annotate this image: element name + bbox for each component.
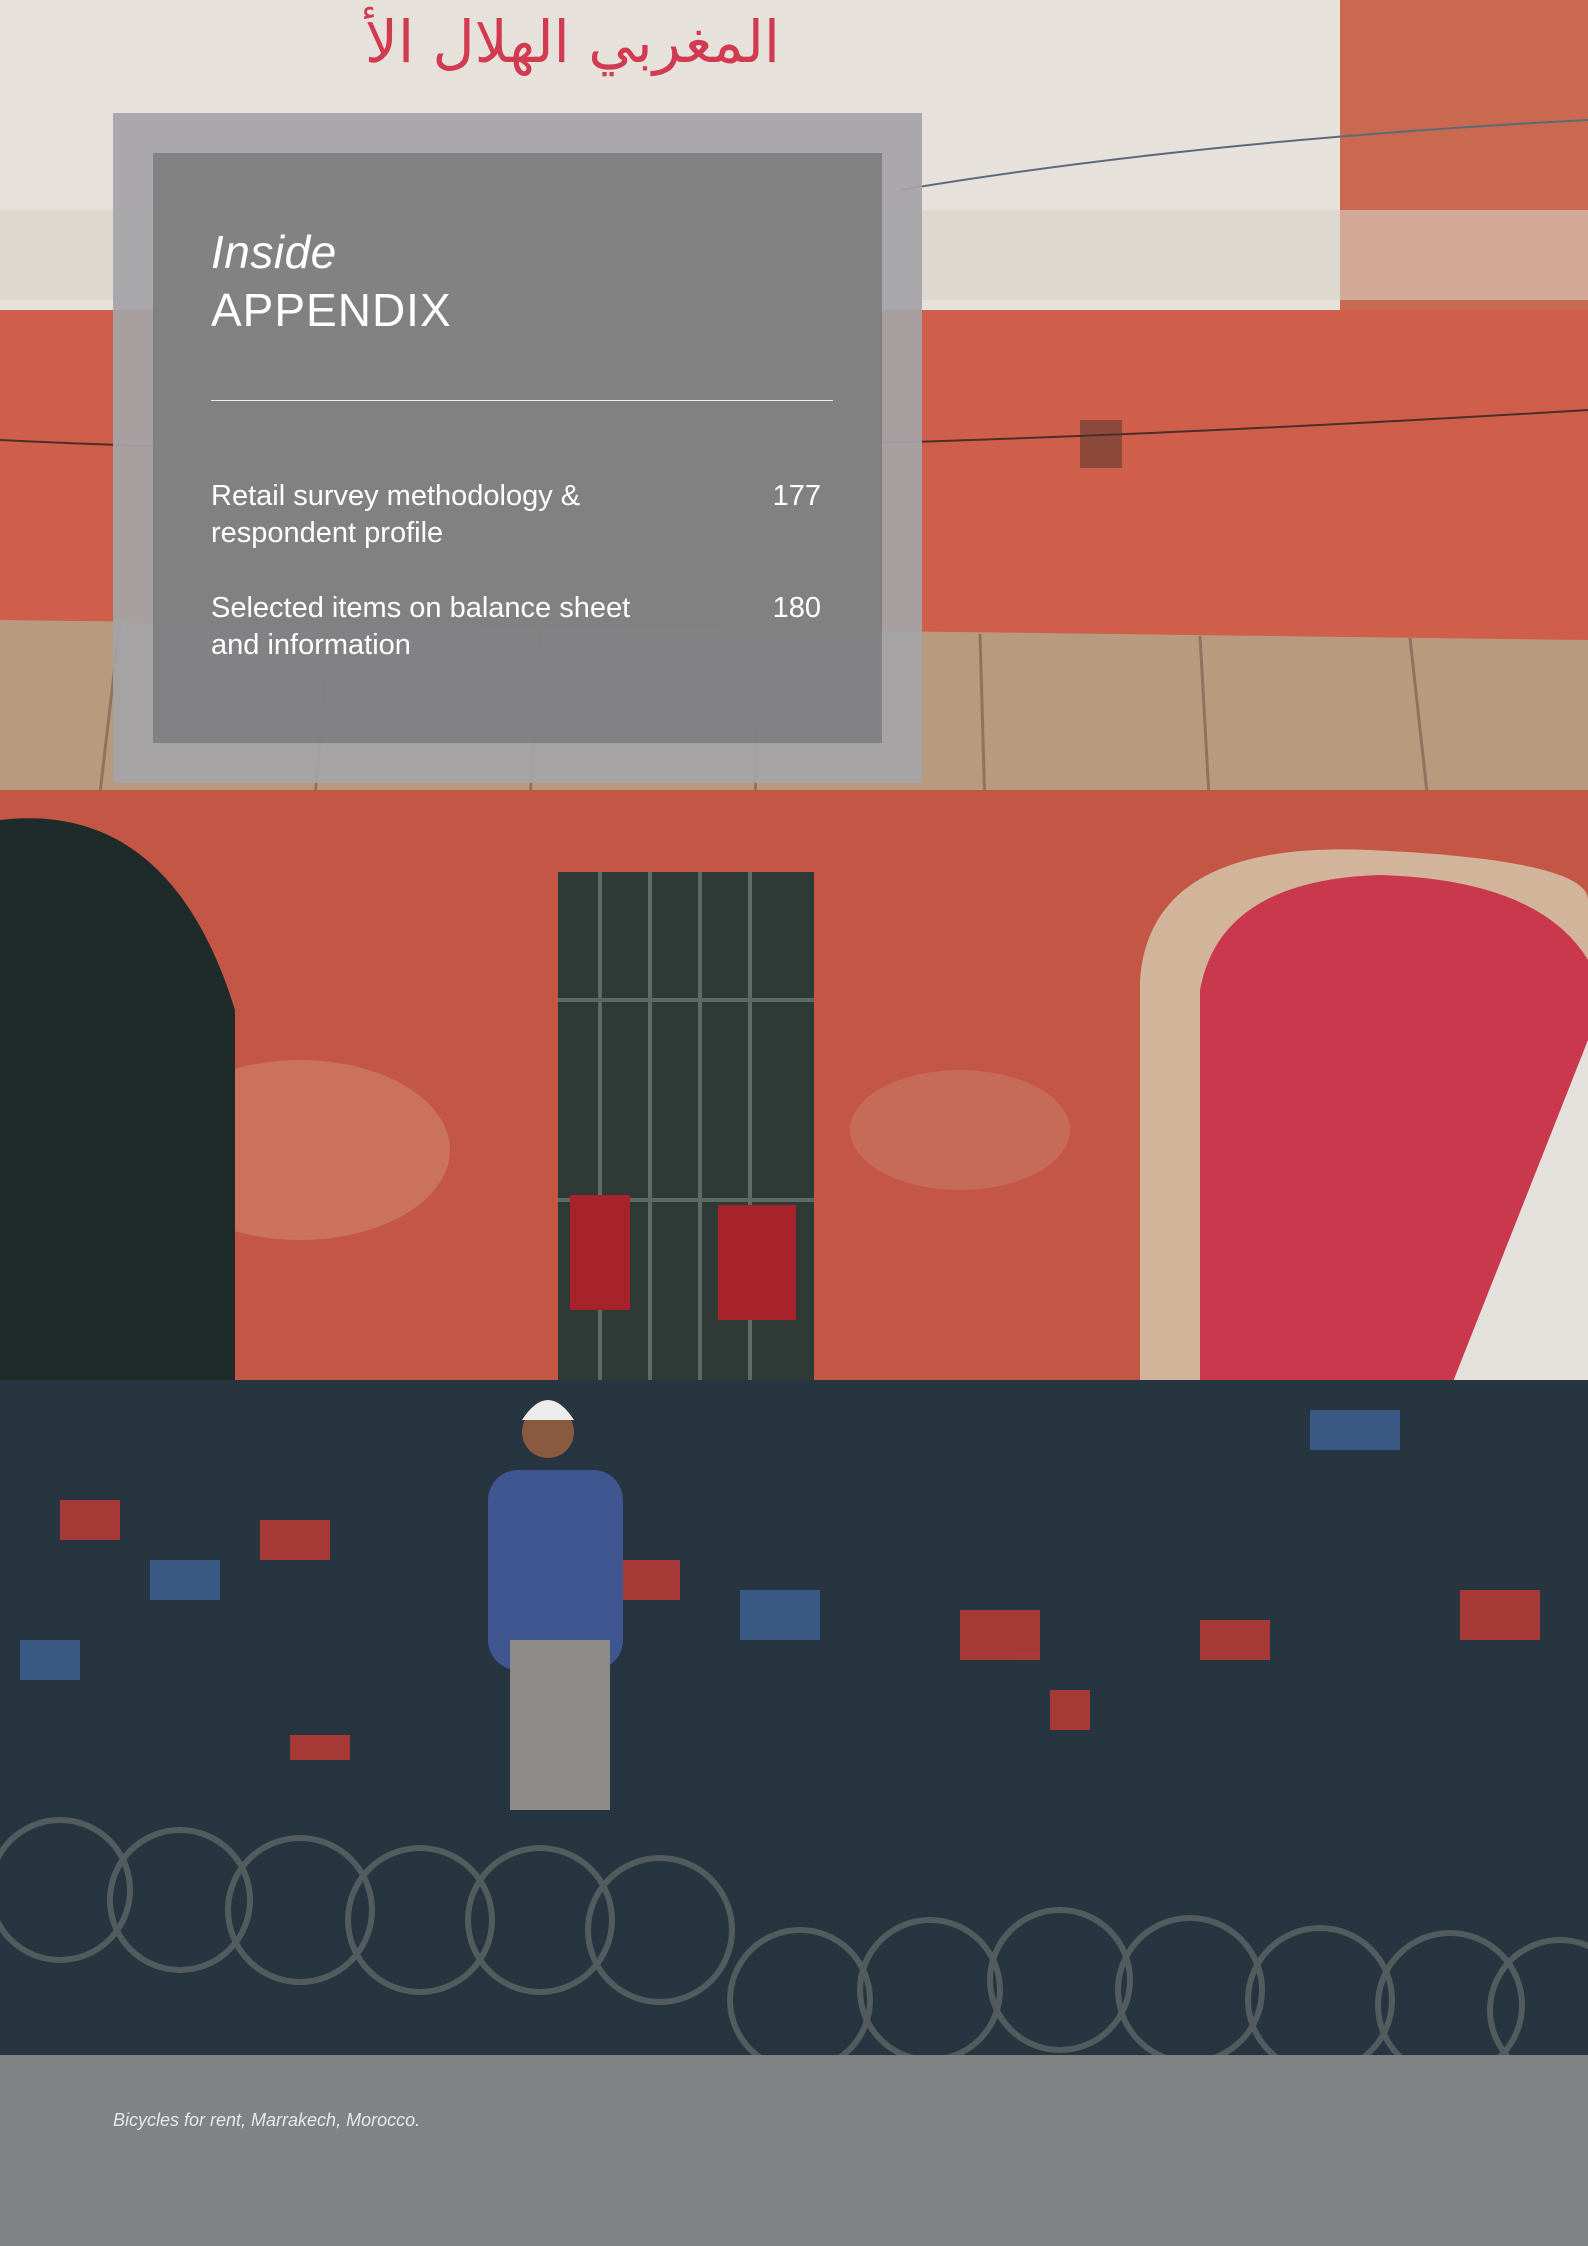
toc-title: APPENDIX	[211, 284, 452, 336]
toc-entry-page: 177	[772, 480, 821, 512]
arabic-sign: المغربي الهلال الأ	[364, 6, 780, 77]
toc-kicker: Inside	[211, 226, 337, 278]
toc-entry-label: Selected items on balance sheet and info…	[211, 592, 631, 661]
man-trousers	[510, 1640, 610, 1810]
toc-panel: Inside APPENDIX Retail survey methodolog…	[113, 113, 922, 783]
ground	[0, 2055, 1588, 2246]
toc-divider	[211, 400, 833, 401]
toc-panel-inner: Inside APPENDIX Retail survey methodolog…	[153, 153, 882, 743]
toc-entry-page: 180	[772, 592, 821, 624]
photo-caption: Bicycles for rent, Marrakech, Morocco.	[113, 2110, 421, 2130]
toc-entry-label: Retail survey methodology & respondent p…	[211, 480, 581, 549]
wall-box	[1080, 420, 1122, 468]
hanging-cloth	[570, 1195, 630, 1310]
toc-entry[interactable]: Selected items on balance sheet and info…	[211, 590, 821, 664]
bicycles-area	[0, 1380, 1588, 2060]
hanging-cloth	[718, 1205, 796, 1320]
toc-entry[interactable]: Retail survey methodology & respondent p…	[211, 478, 821, 552]
